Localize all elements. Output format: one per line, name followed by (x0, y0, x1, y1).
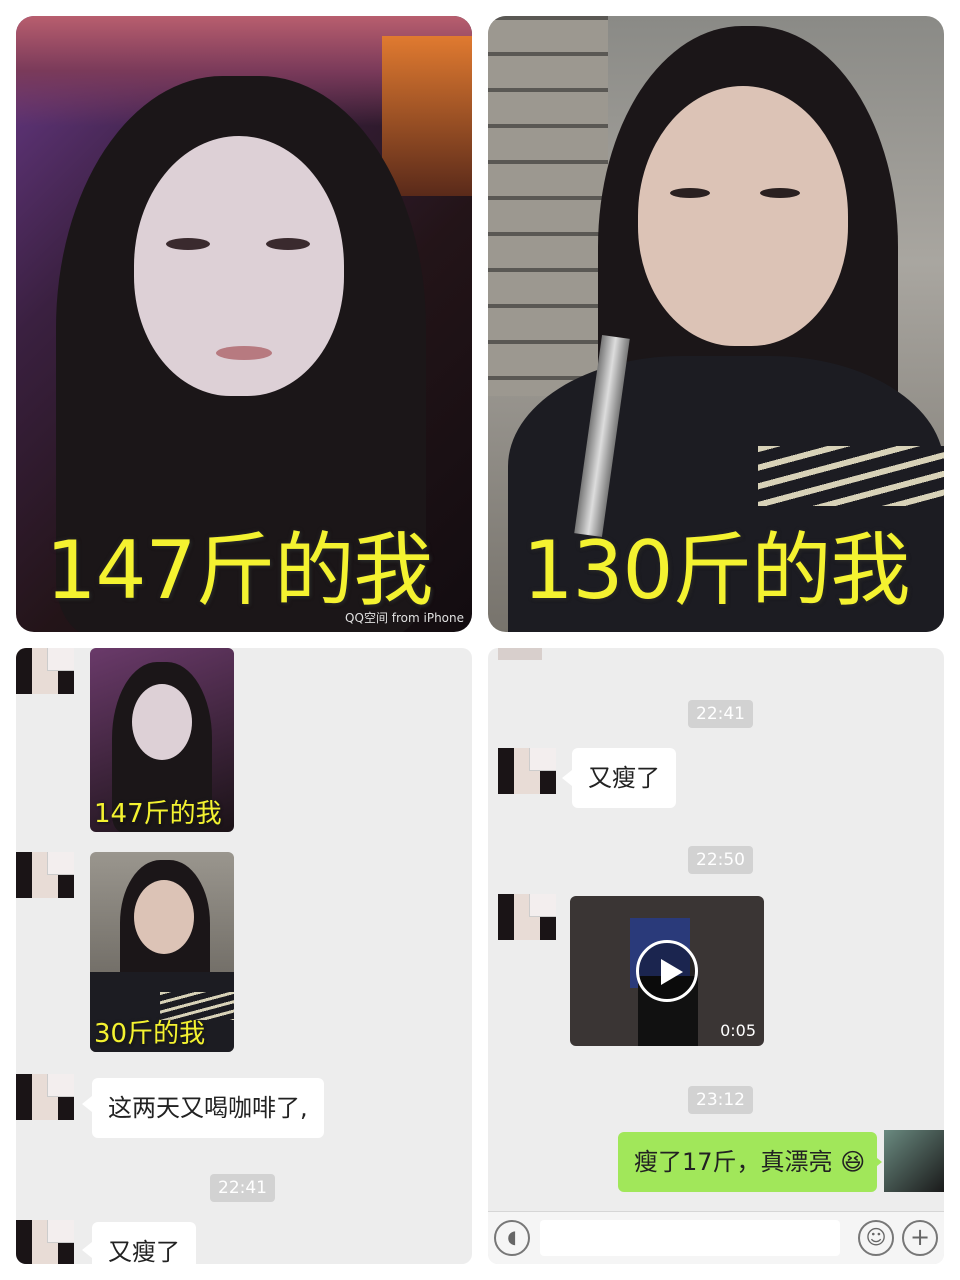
neon-light-right (382, 36, 472, 196)
video-message[interactable]: 0:05 (570, 896, 764, 1046)
qzone-watermark: QQ空间 from iPhone (345, 611, 464, 625)
timestamp: 22:41 (688, 700, 753, 728)
video-duration: 0:05 (720, 1021, 756, 1040)
image-caption: 30斤的我 (94, 1019, 206, 1049)
face (638, 86, 848, 346)
sender-avatar[interactable] (16, 648, 74, 694)
photo-before-caption: 147斤的我 (45, 524, 434, 617)
photo-before: 147斤的我 QQ空间 from iPhone (16, 16, 472, 632)
reply-message[interactable]: 瘦了17斤，真漂亮 😆 (618, 1132, 878, 1192)
text-message[interactable]: 又瘦了 (572, 748, 676, 808)
chat-panel-right: 22:41 又瘦了 22:50 0:05 23:12 瘦了17斤，真漂亮 😆 ◖… (488, 648, 944, 1264)
bubble-tail (562, 770, 572, 786)
eye-left (166, 238, 210, 250)
play-icon[interactable] (636, 940, 698, 1002)
emoji-icon[interactable]: ☺ (858, 1220, 894, 1256)
input-bar: ◖ ☺ + (488, 1211, 944, 1264)
timestamp: 22:41 (210, 1174, 275, 1202)
eye-right (760, 188, 800, 198)
timestamp: 22:50 (688, 846, 753, 874)
voice-icon[interactable]: ◖ (494, 1220, 530, 1256)
bubble-tail (82, 1242, 92, 1258)
chat-panel-left: 147斤的我 30斤的我 这两天又喝咖啡了, 22:41 又瘦了 (16, 648, 472, 1264)
image-message-after[interactable]: 30斤的我 (90, 852, 234, 1052)
text-message[interactable]: 又瘦了 (92, 1222, 196, 1264)
plus-icon[interactable]: + (902, 1220, 938, 1256)
text-message[interactable]: 这两天又喝咖啡了, (92, 1078, 324, 1138)
photo-after-caption: 130斤的我 (522, 524, 911, 617)
lips (216, 346, 272, 360)
image-caption: 147斤的我 (94, 799, 222, 829)
eye-left (670, 188, 710, 198)
reply-text: 瘦了17斤，真漂亮 (634, 1148, 833, 1176)
own-avatar[interactable] (884, 1130, 944, 1192)
sender-avatar[interactable] (16, 1220, 74, 1264)
bubble-tail (872, 1154, 882, 1170)
sender-avatar[interactable] (498, 894, 556, 940)
sender-avatar[interactable] (16, 852, 74, 898)
sender-avatar[interactable] (16, 1074, 74, 1120)
building-scaffolding (488, 16, 608, 396)
bubble-tail (82, 1096, 92, 1112)
jacket-stripes (758, 446, 944, 506)
sender-avatar[interactable] (498, 748, 556, 794)
image-message-before[interactable]: 147斤的我 (90, 648, 234, 832)
laughing-emoji-icon: 😆 (840, 1148, 866, 1176)
cropped-avatar-top (498, 648, 542, 660)
message-input[interactable] (540, 1220, 840, 1256)
eye-right (266, 238, 310, 250)
photo-after: 130斤的我 (488, 16, 944, 632)
timestamp: 23:12 (688, 1086, 753, 1114)
